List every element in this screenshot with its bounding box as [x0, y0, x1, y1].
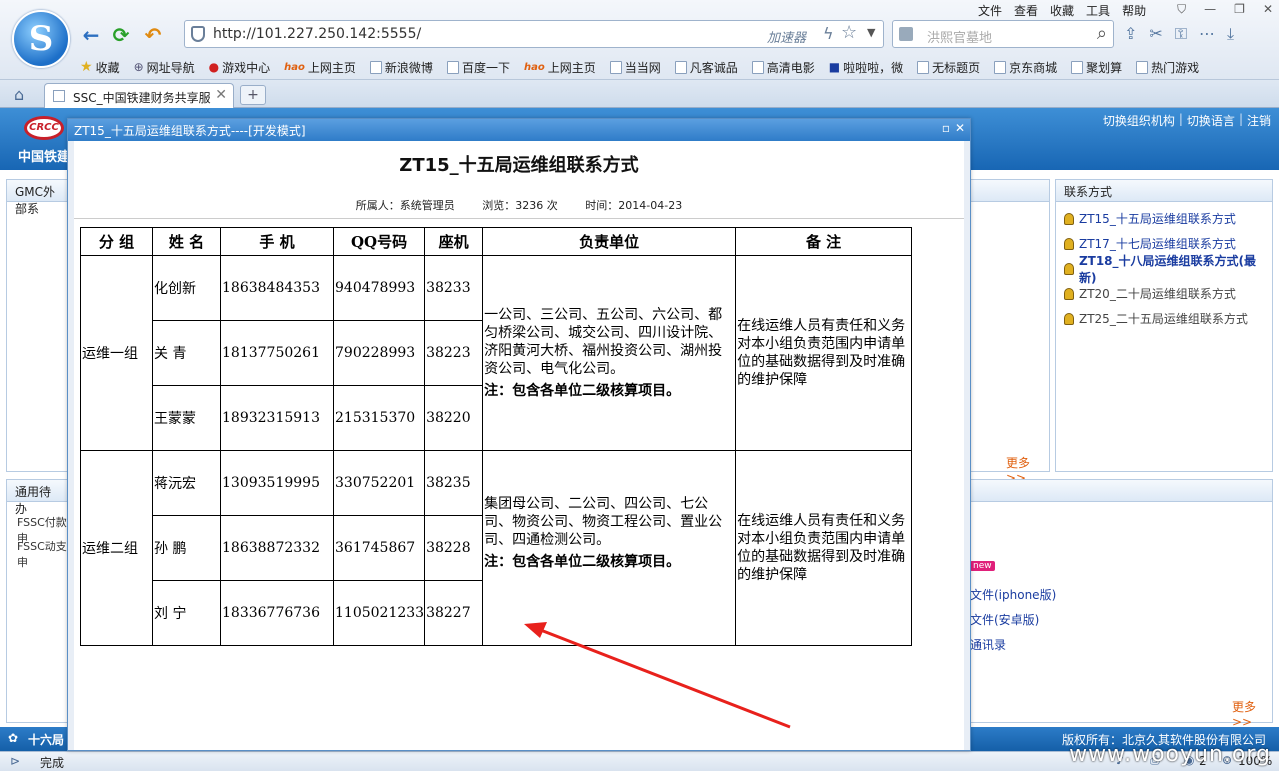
annotation-arrow — [524, 622, 791, 729]
arrow-line — [537, 627, 791, 729]
watermark: www.wooyun.org — [1069, 742, 1271, 767]
